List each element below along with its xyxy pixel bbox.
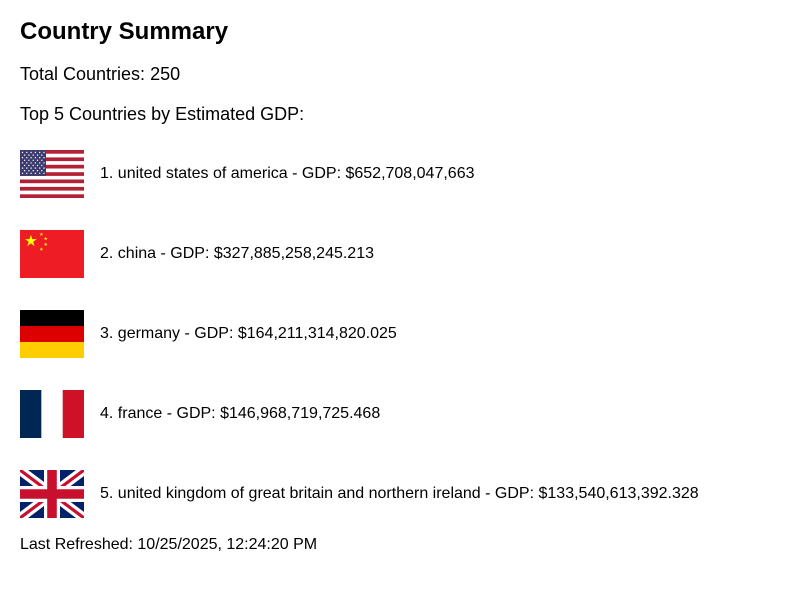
gdp-label: - GDP:	[485, 485, 535, 502]
top-countries-list: 1. united states of america - GDP: $652,…	[20, 150, 699, 518]
country-rank: 2.	[100, 245, 114, 262]
country-name: france	[117, 405, 163, 422]
country-entry-text: 1. united states of america - GDP: $652,…	[100, 164, 474, 184]
uk-flag-icon	[20, 470, 84, 518]
gdp-label: - GDP:	[184, 325, 234, 342]
country-entry-text: 5. united kingdom of great britain and n…	[100, 484, 699, 504]
country-rank: 5.	[100, 485, 114, 502]
country-entry-text: 3. germany - GDP: $164,211,314,820.025	[100, 324, 397, 344]
gdp-value: $146,968,719,725.468	[220, 405, 381, 422]
country-name: china	[117, 245, 157, 262]
germany-flag-icon	[20, 310, 84, 358]
gdp-label: - GDP:	[292, 165, 342, 182]
country-summary-page: Country Summary Total Countries: 250 Top…	[0, 0, 800, 600]
gdp-label: - GDP:	[160, 245, 210, 262]
last-refreshed-label: Last Refreshed:	[20, 536, 133, 553]
country-name: germany	[117, 325, 181, 342]
total-countries-value: 250	[150, 64, 181, 84]
list-item: 5. united kingdom of great britain and n…	[20, 470, 699, 518]
china-flag-icon	[20, 230, 84, 278]
gdp-value: $164,211,314,820.025	[237, 325, 397, 342]
page-title: Country Summary	[20, 18, 229, 45]
last-refreshed-value: 10/25/2025, 12:24:20 PM	[137, 536, 318, 553]
list-item: 3. germany - GDP: $164,211,314,820.025	[20, 310, 699, 358]
top-countries-heading: Top 5 Countries by Estimated GDP:	[20, 104, 305, 124]
country-entry-text: 2. china - GDP: $327,885,258,245.213	[100, 244, 374, 264]
last-refreshed: Last Refreshed: 10/25/2025, 12:24:20 PM	[20, 535, 317, 555]
us-flag-icon	[20, 150, 84, 198]
country-name: united kingdom of great britain and nort…	[117, 485, 481, 502]
country-entry-text: 4. france - GDP: $146,968,719,725.468	[100, 404, 380, 424]
list-item: 1. united states of america - GDP: $652,…	[20, 150, 699, 198]
gdp-value: $327,885,258,245.213	[213, 245, 374, 262]
gdp-value: $652,708,047,663	[345, 165, 475, 182]
country-rank: 4.	[100, 405, 114, 422]
gdp-value: $133,540,613,392.328	[538, 485, 699, 502]
list-item: 4. france - GDP: $146,968,719,725.468	[20, 390, 699, 438]
france-flag-icon	[20, 390, 84, 438]
gdp-label: - GDP:	[166, 405, 216, 422]
country-rank: 1.	[100, 165, 114, 182]
list-item: 2. china - GDP: $327,885,258,245.213	[20, 230, 699, 278]
total-countries-label: Total Countries:	[20, 64, 146, 84]
total-countries: Total Countries: 250	[20, 63, 180, 85]
country-rank: 3.	[100, 325, 114, 342]
country-name: united states of america	[117, 165, 288, 182]
